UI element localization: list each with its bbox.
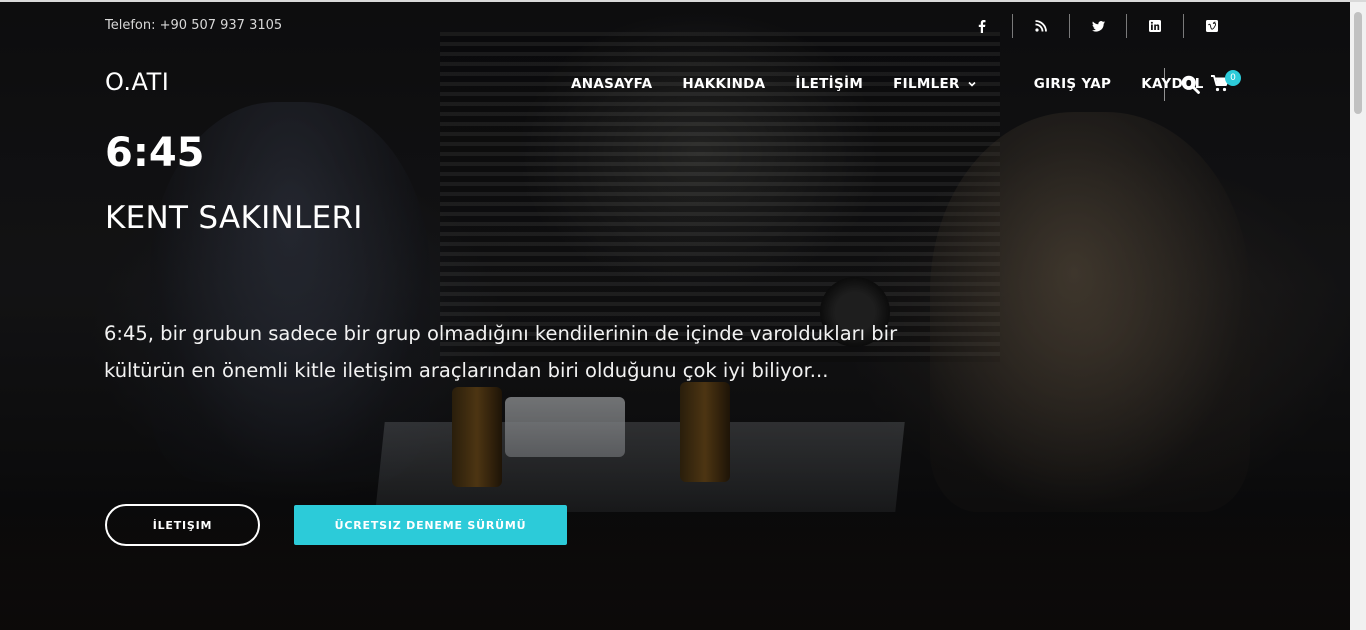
social-links <box>978 14 1240 38</box>
hero-description: 6:45, bir grubun sadece bir grup olmadığ… <box>104 322 898 382</box>
nav-films-label: FILMLER <box>893 76 960 92</box>
twitter-link[interactable] <box>1069 14 1126 38</box>
nav-films[interactable]: FILMLER <box>893 76 976 92</box>
cart-count-badge: 0 <box>1225 70 1241 86</box>
rss-icon <box>1035 20 1047 32</box>
vimeo-icon <box>1206 20 1218 32</box>
linkedin-icon <box>1149 20 1161 32</box>
rss-link[interactable] <box>1012 14 1069 38</box>
scrollbar-thumb[interactable] <box>1354 12 1362 114</box>
linkedin-link[interactable] <box>1126 14 1183 38</box>
hero-time: 6:45 <box>105 130 205 176</box>
phone-number: Telefon: +90 507 937 3105 <box>105 18 283 33</box>
nav-contact[interactable]: İLETİŞİM <box>795 76 863 92</box>
scrollbar[interactable] <box>1350 2 1366 630</box>
twitter-icon <box>1091 20 1105 32</box>
site-logo[interactable]: O.ATI <box>105 68 169 96</box>
hero-title: KENT SAKINLERI <box>105 200 363 236</box>
nav-home[interactable]: ANASAYFA <box>571 76 652 92</box>
login-link[interactable]: GIRIŞ YAP <box>1034 76 1111 92</box>
vimeo-link[interactable] <box>1183 14 1240 38</box>
nav-divider <box>1164 68 1165 101</box>
contact-button[interactable]: İLETIŞIM <box>105 504 260 546</box>
facebook-link[interactable] <box>978 14 1012 38</box>
nav-about[interactable]: HAKKINDA <box>682 76 765 92</box>
search-icon[interactable] <box>1181 75 1200 94</box>
main-nav: ANASAYFA HAKKINDA İLETİŞİM FILMLER GIRIŞ… <box>571 76 1234 92</box>
chevron-down-icon <box>968 81 976 87</box>
facebook-icon <box>978 19 986 33</box>
free-trial-button[interactable]: ÜCRETSIZ DENEME SÜRÜMÜ <box>294 505 567 545</box>
